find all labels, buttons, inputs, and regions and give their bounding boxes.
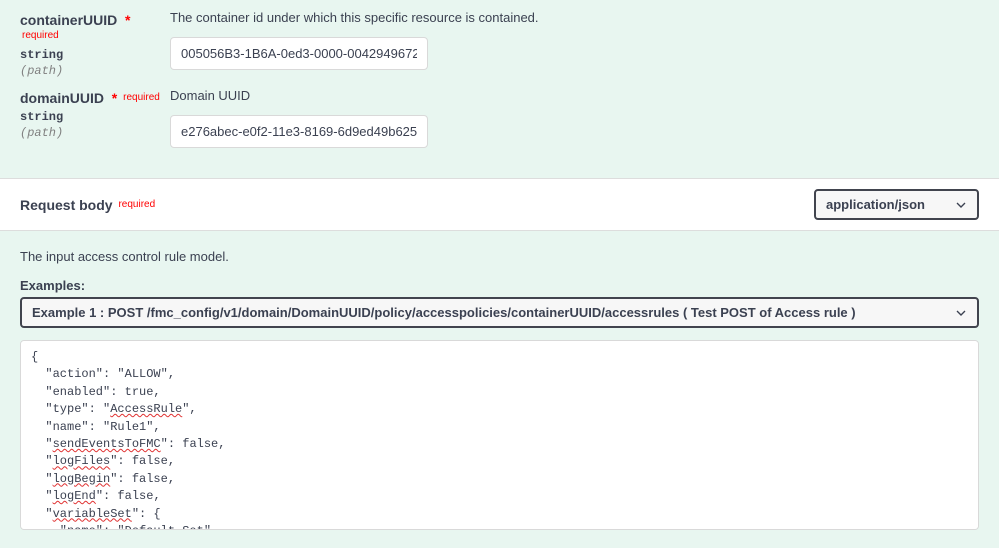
required-label: required <box>123 92 160 103</box>
param-row-containerUUID: containerUUID * required string (path) T… <box>20 10 979 78</box>
required-label: required <box>118 199 155 210</box>
request-body-content: The input access control rule model. Exa… <box>0 231 999 548</box>
param-description: Domain UUID <box>170 88 979 103</box>
request-body-editor[interactable]: { "action": "ALLOW", "enabled": true, "t… <box>20 340 979 530</box>
param-row-domainUUID: domainUUID * required string (path) Doma… <box>20 88 979 148</box>
examples-select[interactable]: Example 1 : POST /fmc_config/v1/domain/D… <box>20 297 979 328</box>
containerUUID-input[interactable] <box>170 37 428 70</box>
model-description: The input access control rule model. <box>20 249 979 264</box>
param-name: domainUUID <box>20 90 104 106</box>
required-star: * <box>121 12 130 28</box>
param-type: string <box>20 48 170 62</box>
request-body-title: Request body <box>20 197 113 213</box>
param-location: (path) <box>20 126 170 140</box>
param-location: (path) <box>20 64 170 78</box>
examples-label: Examples: <box>20 278 979 293</box>
param-name: containerUUID <box>20 12 117 28</box>
param-description: The container id under which this specif… <box>170 10 979 25</box>
domainUUID-input[interactable] <box>170 115 428 148</box>
param-type: string <box>20 110 170 124</box>
parameters-section: containerUUID * required string (path) T… <box>0 0 999 178</box>
required-star: * <box>108 90 117 106</box>
content-type-select[interactable]: application/json <box>814 189 979 220</box>
required-label: required <box>22 30 59 41</box>
request-body-header: Request body required application/json <box>0 178 999 231</box>
